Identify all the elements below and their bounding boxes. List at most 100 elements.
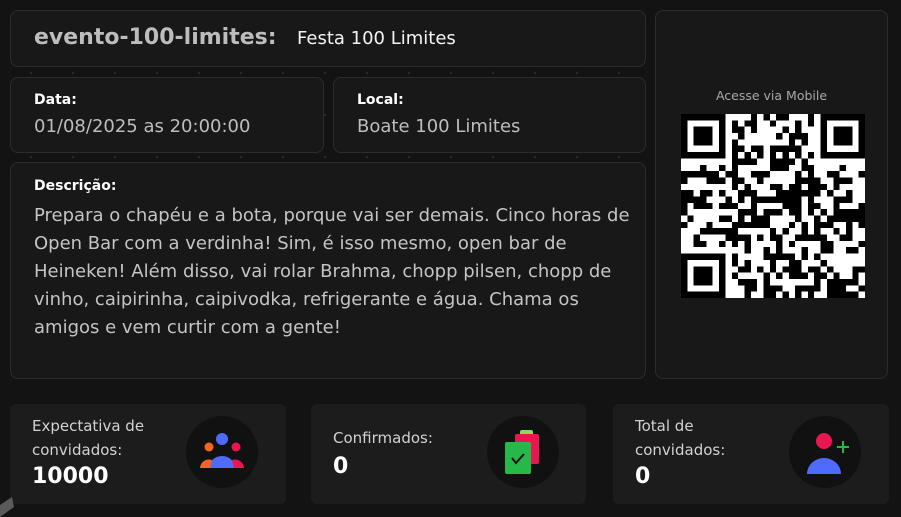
qr-module	[826, 114, 834, 121]
qr-module	[826, 266, 834, 273]
date-label: Data:	[34, 92, 77, 108]
qr-module	[744, 278, 751, 286]
qr-module	[795, 177, 802, 184]
qr-module	[788, 221, 796, 229]
qr-module	[700, 228, 707, 235]
qr-module	[839, 164, 846, 172]
qr-module	[839, 114, 846, 121]
qr-module	[712, 253, 720, 260]
qr-module	[681, 209, 688, 216]
qr-module	[693, 272, 701, 279]
qr-module	[833, 126, 840, 134]
stat-label: Expectativa de convidados:	[32, 417, 145, 459]
qr-module	[795, 171, 802, 178]
qr-module	[833, 209, 840, 216]
qr-module	[769, 253, 777, 260]
qr-module	[757, 145, 764, 153]
qr-module	[744, 291, 751, 298]
qr-module	[719, 266, 726, 273]
qr-module	[738, 215, 745, 222]
qr-module	[801, 139, 808, 146]
qr-module	[681, 120, 688, 127]
qr-module	[712, 152, 720, 159]
confirmed-clipboard-icon	[487, 416, 559, 488]
qr-module	[738, 133, 745, 140]
qr-module	[750, 145, 758, 153]
description-card: Descrição: Prepara o chapéu e a bota, po…	[10, 162, 646, 379]
people-group-icon	[186, 416, 258, 488]
qr-module	[719, 120, 726, 127]
qr-module	[769, 259, 777, 267]
qr-module	[852, 247, 859, 254]
qr-module	[681, 266, 688, 273]
qr-code-icon[interactable]	[681, 114, 865, 298]
qr-module	[706, 177, 713, 184]
qr-module	[858, 202, 865, 210]
qr-module	[725, 202, 732, 210]
qr-module	[769, 266, 777, 273]
qr-module	[795, 133, 802, 140]
qr-module	[681, 272, 688, 279]
qr-module	[731, 145, 739, 153]
qr-module	[693, 291, 701, 298]
qr-module	[750, 202, 758, 210]
qr-module	[719, 291, 726, 298]
qr-module	[807, 120, 815, 127]
qr-module	[814, 228, 821, 235]
qr-module	[681, 278, 688, 286]
qr-module	[687, 253, 694, 260]
stat-value: 0	[333, 454, 349, 479]
qr-module	[807, 164, 815, 172]
qr-module	[681, 114, 688, 121]
qr-module	[845, 228, 853, 235]
qr-module	[845, 215, 853, 222]
qr-module	[788, 209, 796, 216]
qr-module	[839, 196, 846, 203]
qr-module	[852, 114, 859, 121]
qr-module	[706, 228, 713, 235]
qr-module	[858, 126, 865, 134]
qr-module	[681, 253, 688, 260]
qr-module	[719, 259, 726, 267]
stat-label: Total de convidados:	[635, 417, 726, 459]
qr-module	[738, 177, 745, 184]
qr-module	[763, 209, 770, 216]
qr-module	[782, 190, 789, 197]
qr-module	[788, 190, 796, 197]
qr-module	[719, 177, 726, 184]
qr-module	[839, 126, 846, 134]
qr-module	[744, 120, 751, 127]
qr-module	[731, 202, 739, 210]
qr-module	[801, 164, 808, 172]
qr-module	[712, 114, 720, 121]
qr-module	[833, 114, 840, 121]
qr-module	[687, 114, 694, 121]
qr-module	[795, 183, 802, 191]
qr-module	[820, 272, 827, 279]
qr-module	[814, 221, 821, 229]
qr-module	[706, 272, 713, 279]
qr-module	[738, 278, 745, 286]
qr-module	[725, 215, 732, 222]
qr-module	[782, 145, 789, 153]
qr-module	[681, 133, 688, 140]
qr-module	[852, 278, 859, 286]
event-slug: evento-100-limites:	[34, 25, 277, 50]
qr-module	[757, 234, 764, 241]
qr-module	[693, 152, 701, 159]
qr-module	[693, 253, 701, 260]
qr-module	[731, 177, 739, 184]
qr-module	[795, 209, 802, 216]
qr-module	[807, 202, 815, 210]
qr-module	[814, 177, 821, 184]
qr-module	[782, 152, 789, 159]
qr-module	[820, 259, 827, 267]
qr-module	[706, 152, 713, 159]
qr-module	[706, 139, 713, 146]
qr-module	[763, 215, 770, 222]
qr-module	[807, 266, 815, 273]
qr-module	[700, 190, 707, 197]
qr-module	[807, 183, 815, 191]
qr-module	[776, 133, 783, 140]
qr-module	[801, 234, 808, 241]
